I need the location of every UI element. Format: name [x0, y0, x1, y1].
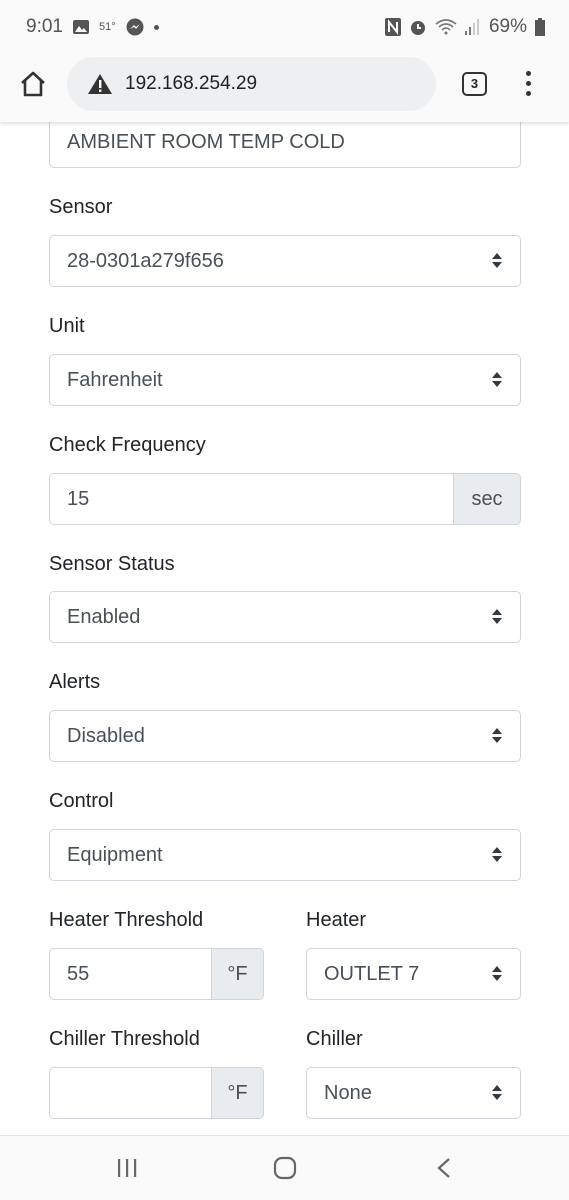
control-select[interactable]: Equipment — [49, 829, 521, 881]
fahrenheit-addon: °F — [211, 948, 264, 1000]
heater-label: Heater — [306, 909, 367, 931]
battery-percent: 69% — [488, 16, 527, 37]
tab-switcher-button[interactable]: 3 — [462, 72, 487, 96]
home-nav-icon[interactable] — [273, 1156, 297, 1180]
heater-threshold-label: Heater Threshold — [49, 909, 204, 931]
sensor-status-label: Sensor Status — [49, 553, 175, 575]
wifi-icon — [435, 19, 457, 35]
check-frequency-input[interactable]: 15 — [49, 473, 454, 525]
alarm-icon — [410, 21, 425, 35]
nfc-icon — [384, 18, 401, 36]
chiller-threshold-input[interactable] — [49, 1067, 212, 1119]
sensor-label: Sensor — [49, 196, 113, 218]
unit-select[interactable]: Fahrenheit — [49, 354, 521, 406]
navigation-bar — [0, 1135, 569, 1200]
signal-icon — [464, 19, 479, 35]
clock: 9:01 — [26, 16, 63, 37]
weather-temp: 51° — [98, 21, 116, 33]
messenger-icon — [126, 18, 144, 36]
status-bar: 9:01 51° 69% — [0, 0, 569, 52]
chiller-label: Chiller — [306, 1028, 363, 1050]
battery-icon — [535, 18, 545, 36]
heater-threshold-input[interactable]: 55 — [49, 948, 212, 1000]
notification-dot-icon — [153, 24, 159, 30]
heater-select[interactable]: OUTLET 7 — [306, 948, 521, 1000]
url-text[interactable]: 192.168.254.29 — [125, 73, 257, 95]
unit-label: Unit — [49, 315, 85, 337]
chiller-select[interactable]: None — [306, 1067, 521, 1119]
address-bar[interactable]: 192.168.254.29 — [67, 57, 436, 111]
sensor-select[interactable]: 28-0301a279f656 — [49, 235, 521, 287]
settings-form: AMBIENT ROOM TEMP COLD Sensor 28-0301a27… — [0, 0, 569, 1135]
chiller-threshold-label: Chiller Threshold — [49, 1028, 200, 1050]
browser-toolbar: 192.168.254.29 3 — [0, 52, 569, 122]
image-icon — [72, 20, 89, 34]
recent-apps-icon[interactable] — [116, 1158, 138, 1178]
more-menu-icon[interactable] — [526, 71, 532, 101]
sec-addon: sec — [453, 473, 521, 525]
name-input[interactable]: AMBIENT ROOM TEMP COLD — [49, 116, 521, 168]
sensor-status-select[interactable]: Enabled — [49, 591, 521, 643]
alerts-label: Alerts — [49, 671, 101, 693]
home-icon[interactable] — [19, 70, 47, 98]
fahrenheit-addon: °F — [211, 1067, 264, 1119]
warning-icon[interactable] — [87, 73, 113, 95]
control-label: Control — [49, 790, 114, 812]
check-frequency-label: Check Frequency — [49, 434, 206, 456]
back-icon[interactable] — [436, 1157, 452, 1179]
alerts-select[interactable]: Disabled — [49, 710, 521, 762]
